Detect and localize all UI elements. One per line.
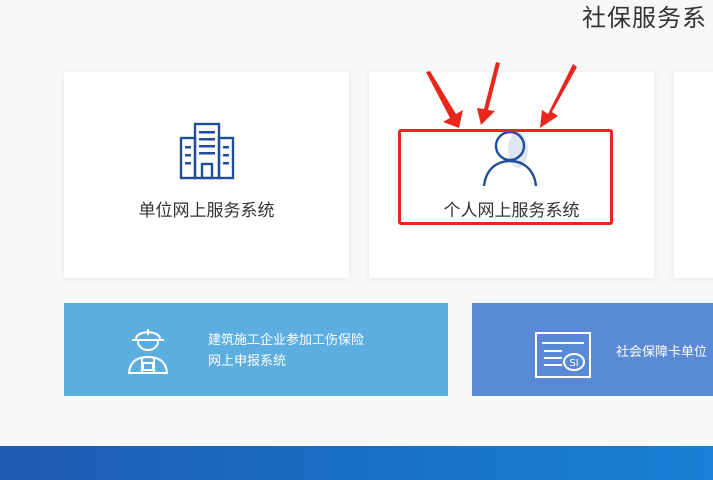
construction-insurance-banner[interactable]: 建筑施工企业参加工伤保险 网上申报系统 <box>64 303 448 396</box>
annotation-highlight-box <box>398 129 613 225</box>
social-security-card-icon: SI <box>535 332 591 378</box>
footer-bar <box>0 446 713 480</box>
construction-banner-line1: 建筑施工企业参加工伤保险 <box>208 333 365 348</box>
construction-worker-icon <box>127 329 169 374</box>
construction-banner-line2: 网上申报系统 <box>208 354 287 369</box>
unit-service-label: 单位网上服务系统 <box>138 201 275 221</box>
unit-service-card[interactable]: 单位网上服务系统 <box>64 72 349 278</box>
page-title: 社保服务系 <box>582 4 707 32</box>
service-card-partial[interactable] <box>674 72 713 278</box>
social-security-card-banner[interactable]: SI 社会保障卡单位 <box>472 303 713 396</box>
svg-text:SI: SI <box>569 358 578 369</box>
social-card-banner-label: 社会保障卡单位 <box>616 345 708 360</box>
building-icon <box>179 122 235 180</box>
